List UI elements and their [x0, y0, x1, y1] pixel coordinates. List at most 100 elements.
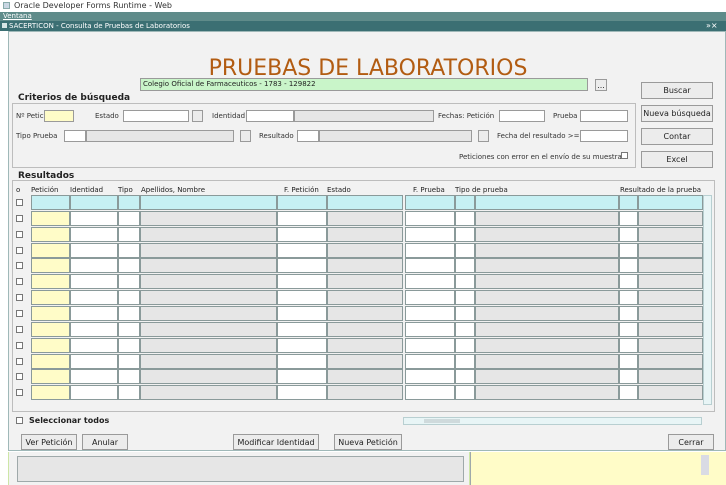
row-select-checkbox[interactable]: [16, 389, 23, 396]
cell-resultado-code[interactable]: [619, 290, 638, 305]
cell-tipo[interactable]: [118, 227, 140, 242]
cell-resultado-desc[interactable]: [638, 243, 703, 258]
cell-f-prueba[interactable]: [405, 369, 455, 384]
cell-estado[interactable]: [327, 322, 403, 337]
cell-tipo-prueba-code[interactable]: [455, 322, 475, 337]
row-select-checkbox[interactable]: [16, 199, 23, 206]
cell-f-peticion[interactable]: [277, 211, 327, 226]
cell-identidad[interactable]: [70, 243, 118, 258]
cell-estado[interactable]: [327, 227, 403, 242]
cell-peticion[interactable]: [31, 306, 70, 321]
cell-f-peticion[interactable]: [277, 227, 327, 242]
excel-button[interactable]: Excel: [641, 151, 713, 168]
cell-tipo[interactable]: [118, 290, 140, 305]
cell-estado[interactable]: [327, 211, 403, 226]
cell-tipo[interactable]: [118, 258, 140, 273]
cell-identidad[interactable]: [70, 369, 118, 384]
cell-resultado-desc[interactable]: [638, 258, 703, 273]
cell-resultado-code[interactable]: [619, 354, 638, 369]
row-select-checkbox[interactable]: [16, 326, 23, 333]
cell-tipo-prueba-code[interactable]: [455, 290, 475, 305]
cell-tipo-prueba-code[interactable]: [455, 306, 475, 321]
status-scroll[interactable]: [701, 455, 709, 475]
row-select-checkbox[interactable]: [16, 278, 23, 285]
cell-apellidos[interactable]: [140, 385, 277, 400]
row-select-checkbox[interactable]: [16, 294, 23, 301]
cell-f-peticion[interactable]: [277, 322, 327, 337]
cell-peticion[interactable]: [31, 227, 70, 242]
cell-apellidos[interactable]: [140, 274, 277, 289]
cell-f-peticion[interactable]: [277, 290, 327, 305]
prueba-input[interactable]: [580, 110, 628, 122]
row-select-checkbox[interactable]: [16, 215, 23, 222]
modificar-identidad-button[interactable]: Modificar Identidad: [233, 434, 319, 450]
cell-apellidos[interactable]: [140, 290, 277, 305]
cell-resultado-code[interactable]: [619, 274, 638, 289]
cell-peticion[interactable]: [31, 354, 70, 369]
cell-f-peticion[interactable]: [277, 274, 327, 289]
cell-resultado-desc[interactable]: [638, 354, 703, 369]
contar-button[interactable]: Contar: [641, 128, 713, 145]
cell-f-peticion[interactable]: [277, 243, 327, 258]
cell-resultado-desc[interactable]: [638, 306, 703, 321]
cell-identidad[interactable]: [70, 274, 118, 289]
estado-lov-button[interactable]: [192, 110, 203, 122]
cell-identidad[interactable]: [70, 290, 118, 305]
cell-f-prueba[interactable]: [405, 290, 455, 305]
cell-identidad[interactable]: [70, 306, 118, 321]
cell-tipo-prueba-desc[interactable]: [475, 195, 619, 210]
cell-tipo-prueba-code[interactable]: [455, 227, 475, 242]
cell-f-prueba[interactable]: [405, 195, 455, 210]
resultado-lov-button[interactable]: [478, 130, 489, 142]
cell-tipo-prueba-desc[interactable]: [475, 211, 619, 226]
peticiones-error-checkbox[interactable]: [621, 152, 628, 159]
cell-apellidos[interactable]: [140, 243, 277, 258]
cell-resultado-desc[interactable]: [638, 227, 703, 242]
cell-peticion[interactable]: [31, 290, 70, 305]
buscar-button[interactable]: Buscar: [641, 82, 713, 99]
cell-tipo-prueba-desc[interactable]: [475, 258, 619, 273]
cell-tipo-prueba-code[interactable]: [455, 369, 475, 384]
cell-resultado-code[interactable]: [619, 243, 638, 258]
row-select-checkbox[interactable]: [16, 310, 23, 317]
cell-f-peticion[interactable]: [277, 258, 327, 273]
cell-peticion[interactable]: [31, 274, 70, 289]
cell-f-peticion[interactable]: [277, 306, 327, 321]
cell-tipo-prueba-code[interactable]: [455, 274, 475, 289]
cell-tipo-prueba-code[interactable]: [455, 385, 475, 400]
cell-f-peticion[interactable]: [277, 354, 327, 369]
cell-estado[interactable]: [327, 385, 403, 400]
cell-tipo-prueba-code[interactable]: [455, 338, 475, 353]
cell-f-prueba[interactable]: [405, 306, 455, 321]
cell-estado[interactable]: [327, 274, 403, 289]
cell-f-peticion[interactable]: [277, 385, 327, 400]
cell-tipo-prueba-code[interactable]: [455, 258, 475, 273]
cell-apellidos[interactable]: [140, 258, 277, 273]
cell-tipo-prueba-desc[interactable]: [475, 290, 619, 305]
cell-resultado-desc[interactable]: [638, 338, 703, 353]
cell-estado[interactable]: [327, 338, 403, 353]
seleccionar-todos-checkbox[interactable]: [16, 417, 23, 424]
menu-ventana[interactable]: Ventana: [3, 12, 32, 20]
colegio-field[interactable]: Colegio Oficial de Farmaceuticos - 1783 …: [140, 78, 588, 91]
cell-tipo-prueba-code[interactable]: [455, 195, 475, 210]
cell-f-peticion[interactable]: [277, 369, 327, 384]
identidad-input[interactable]: [246, 110, 294, 122]
row-select-checkbox[interactable]: [16, 262, 23, 269]
cell-estado[interactable]: [327, 258, 403, 273]
cell-resultado-code[interactable]: [619, 306, 638, 321]
cell-f-peticion[interactable]: [277, 195, 327, 210]
cell-f-prueba[interactable]: [405, 338, 455, 353]
cell-resultado-code[interactable]: [619, 195, 638, 210]
cell-estado[interactable]: [327, 195, 403, 210]
cell-tipo-prueba-desc[interactable]: [475, 369, 619, 384]
fecha-resultado-input[interactable]: [580, 130, 628, 142]
cell-tipo[interactable]: [118, 306, 140, 321]
nueva-busqueda-button[interactable]: Nueva búsqueda: [641, 105, 713, 122]
cell-peticion[interactable]: [31, 322, 70, 337]
cell-estado[interactable]: [327, 290, 403, 305]
cell-f-prueba[interactable]: [405, 258, 455, 273]
cell-tipo-prueba-desc[interactable]: [475, 274, 619, 289]
cell-f-prueba[interactable]: [405, 211, 455, 226]
row-select-checkbox[interactable]: [16, 247, 23, 254]
